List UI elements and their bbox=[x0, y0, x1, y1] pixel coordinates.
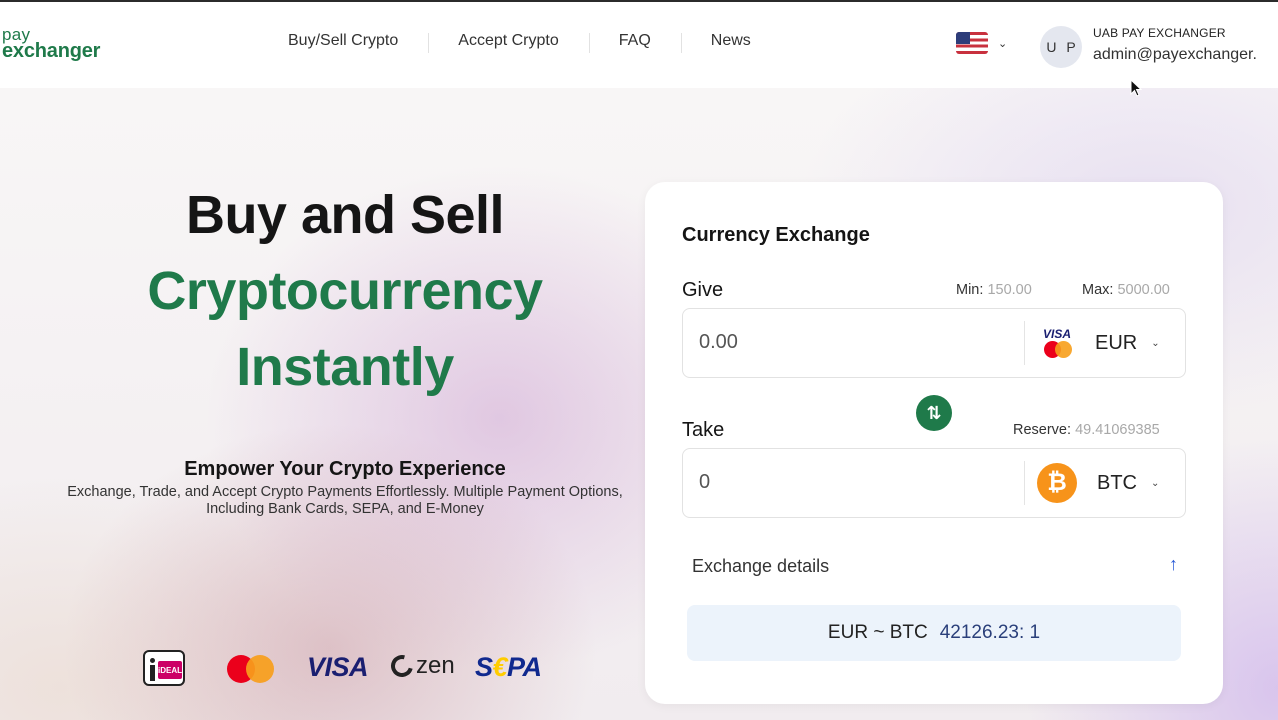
nav-faq[interactable]: FAQ bbox=[588, 32, 681, 53]
user-company-name: UAB PAY EXCHANGER bbox=[1093, 26, 1226, 40]
reserve-label: Reserve: bbox=[1013, 422, 1072, 438]
nav-buy-sell-crypto[interactable]: Buy/Sell Crypto bbox=[258, 32, 428, 50]
give-label: Give bbox=[682, 279, 724, 301]
currency-exchange-card: Currency Exchange Give Min: 150.00 Max: … bbox=[645, 182, 1223, 704]
min-label: Min: bbox=[956, 282, 984, 298]
take-currency-select[interactable]: ₿ BTC ⌄ bbox=[1037, 449, 1185, 517]
hero-title-line-3: Instantly bbox=[236, 337, 454, 397]
hero-tagline: Empower Your Crypto Experience bbox=[184, 458, 506, 480]
hero-subtext: Exchange, Trade, and Accept Crypto Payme… bbox=[67, 484, 623, 517]
hero-title-line-1: Buy and Sell bbox=[185, 185, 505, 245]
visa-logo: VISA bbox=[307, 652, 369, 682]
card-title: Currency Exchange bbox=[682, 224, 870, 246]
give-max-limit: Max: 5000.00 bbox=[1082, 282, 1170, 298]
exchange-rate-box: EUR ~ BTC 42126.23: 1 bbox=[687, 605, 1181, 661]
reserve-value: 49.41069385 bbox=[1075, 422, 1160, 438]
give-input-group: 0.00 VISA EUR ⌄ bbox=[682, 308, 1186, 378]
mastercard-logo bbox=[227, 652, 275, 684]
sepa-logo-s: S bbox=[475, 652, 493, 682]
max-value: 5000.00 bbox=[1117, 282, 1170, 298]
sepa-logo-pa: PA bbox=[507, 652, 542, 682]
give-currency-code: EUR bbox=[1095, 331, 1138, 354]
logo-exchanger-text: exchanger bbox=[2, 40, 101, 62]
language-selector[interactable]: ⌄ bbox=[956, 32, 1007, 54]
us-flag-icon bbox=[956, 32, 988, 54]
site-header: pay exchanger Buy/Sell Crypto Accept Cry… bbox=[0, 2, 1278, 88]
nav-news[interactable]: News bbox=[680, 32, 781, 53]
take-input-group: 0 ₿ BTC ⌄ bbox=[682, 448, 1186, 518]
rate-value: 42126.23: 1 bbox=[939, 622, 1041, 643]
max-label: Max: bbox=[1082, 282, 1114, 298]
min-value: 150.00 bbox=[987, 282, 1032, 298]
rate-pair: EUR ~ BTC bbox=[827, 622, 928, 643]
sepa-logo: S€PA bbox=[475, 652, 542, 683]
payexchanger-logo[interactable]: pay exchanger bbox=[2, 26, 100, 61]
give-min-limit: Min: 150.00 bbox=[956, 282, 1032, 298]
hero-title-line-2: Cryptocurrency bbox=[147, 261, 543, 321]
sepa-logo-euro: € bbox=[492, 652, 508, 682]
take-amount-input[interactable]: 0 bbox=[699, 471, 710, 494]
zen-logo: zen bbox=[386, 650, 455, 682]
visa-mini-text: VISA bbox=[1043, 327, 1072, 341]
zen-logo-text: zen bbox=[416, 652, 455, 679]
user-email: admin@payexchanger. bbox=[1093, 46, 1257, 63]
chevron-down-icon: ⌄ bbox=[1151, 477, 1160, 489]
zen-ring-icon bbox=[386, 650, 418, 682]
arrow-up-icon[interactable]: ↑ bbox=[1169, 554, 1178, 575]
nav-accept-crypto[interactable]: Accept Crypto bbox=[428, 32, 588, 53]
chevron-down-icon: ⌄ bbox=[1151, 337, 1160, 349]
take-currency-code: BTC bbox=[1097, 471, 1137, 494]
main-nav: Buy/Sell Crypto Accept Crypto FAQ News bbox=[258, 32, 781, 53]
take-label: Take bbox=[682, 419, 725, 441]
user-avatar[interactable]: U P bbox=[1040, 26, 1082, 68]
input-divider bbox=[1024, 461, 1025, 505]
ideal-logo-text: iDEAL bbox=[158, 661, 182, 679]
input-divider bbox=[1024, 321, 1025, 365]
take-reserve: Reserve: 49.41069385 bbox=[1013, 422, 1160, 438]
give-amount-input[interactable]: 0.00 bbox=[699, 331, 738, 354]
swap-currencies-button[interactable]: ⇅ bbox=[916, 395, 952, 431]
give-currency-select[interactable]: VISA EUR ⌄ bbox=[1041, 309, 1185, 377]
bitcoin-icon: ₿ bbox=[1037, 463, 1077, 503]
chevron-down-icon: ⌄ bbox=[998, 37, 1008, 50]
visa-mastercard-icon: VISA bbox=[1041, 326, 1075, 360]
exchange-details-label: Exchange details bbox=[692, 556, 830, 576]
ideal-logo: iDEAL bbox=[143, 650, 185, 686]
